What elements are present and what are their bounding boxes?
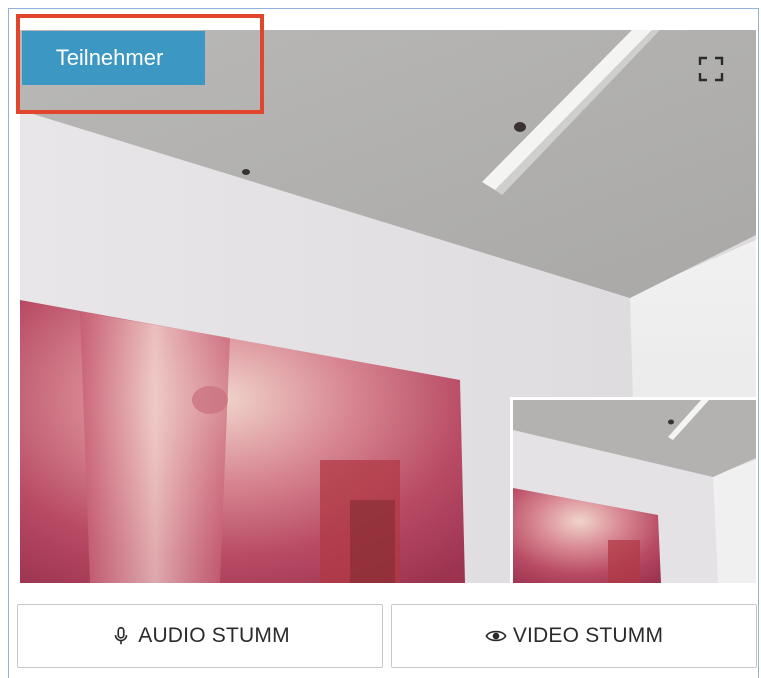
- fullscreen-button[interactable]: [696, 54, 726, 84]
- audio-mute-label: AUDIO STUMM: [138, 624, 290, 647]
- audio-mute-button[interactable]: AUDIO STUMM: [17, 604, 383, 668]
- call-controls: AUDIO STUMM VIDEO STUMM: [17, 604, 757, 670]
- highlight-annotation: [16, 14, 264, 114]
- self-view-image: [513, 400, 756, 583]
- self-view-video[interactable]: [510, 397, 756, 583]
- video-mute-label: VIDEO STUMM: [512, 624, 664, 647]
- video-mute-button[interactable]: VIDEO STUMM: [391, 604, 757, 668]
- fullscreen-icon: [698, 56, 724, 82]
- eye-icon: [485, 625, 507, 647]
- microphone-icon: [110, 625, 132, 647]
